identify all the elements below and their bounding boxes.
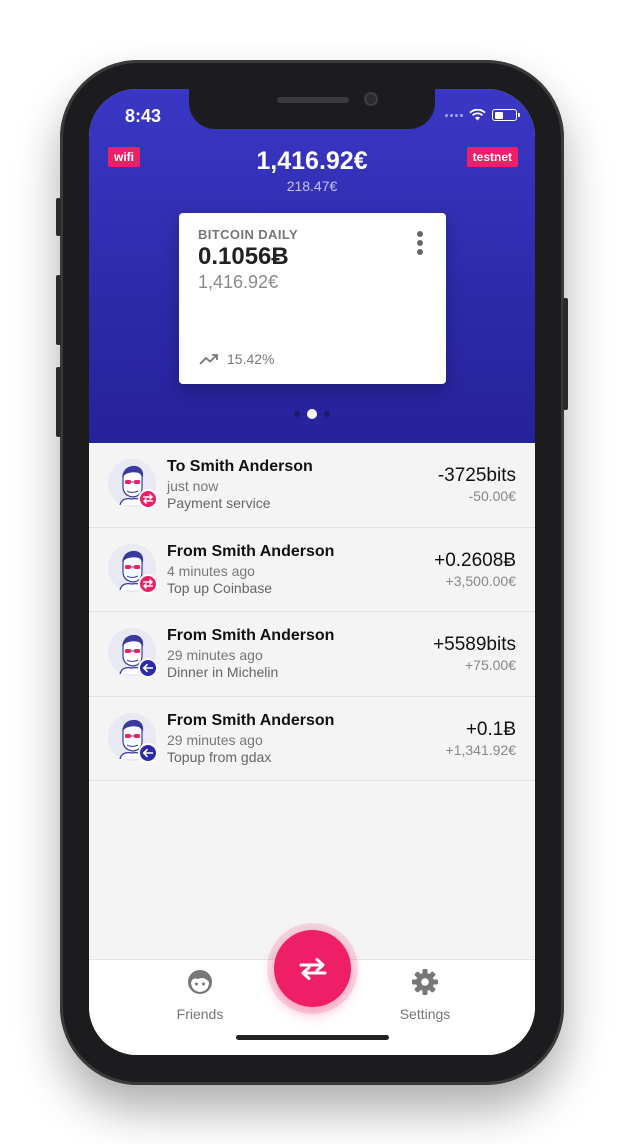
trending-up-icon (199, 354, 218, 365)
exchange-icon (138, 573, 158, 594)
wallet-trend: 15.42% (199, 351, 274, 367)
more-options-icon[interactable] (416, 231, 424, 255)
transaction-row[interactable]: From Smith Anderson 29 minutes ago Topup… (89, 696, 535, 781)
transaction-time: just now (167, 478, 219, 494)
home-indicator[interactable] (236, 1035, 389, 1040)
pager-dot[interactable] (294, 411, 300, 417)
transaction-time: 4 minutes ago (167, 562, 255, 579)
transaction-time: 29 minutes ago (167, 731, 263, 748)
app-screen: 8:43 wifi testnet 1,416.92€ 218.47€ BITC… (89, 89, 535, 1055)
transaction-amount: +0.1Ƀ (465, 718, 516, 740)
battery-icon (492, 109, 520, 121)
send-receive-button[interactable] (274, 930, 351, 1007)
exchange-icon (138, 489, 158, 509)
transaction-party: From Smith Anderson (167, 542, 335, 560)
transaction-fiat: +75.00€ (465, 657, 516, 673)
tab-friends[interactable]: Friends (150, 968, 250, 1022)
transaction-list: To Smith Anderson just now Payment servi… (89, 443, 535, 781)
signal-icon (445, 113, 463, 117)
front-camera (364, 92, 378, 106)
tab-settings-label: Settings (399, 1006, 451, 1022)
transaction-time: 29 minutes ago (167, 647, 263, 663)
secondary-balance: 218.47€ (286, 178, 338, 194)
transaction-fiat: +1,341.92€ (445, 741, 516, 758)
total-balance: 1,416.92€ (256, 147, 368, 175)
transaction-amount: +5589bits (433, 634, 516, 655)
wallet-name: BITCOIN DAILY (198, 227, 299, 242)
transaction-row[interactable]: From Smith Anderson 29 minutes ago Dinne… (89, 612, 535, 697)
wallet-fiat-amount: 1,416.92€ (198, 272, 279, 292)
wallet-card[interactable]: BITCOIN DAILY 0.1056Ƀ 1,416.92€ 15.42% (179, 213, 446, 384)
card-pager[interactable] (89, 409, 535, 419)
transaction-row[interactable]: To Smith Anderson just now Payment servi… (89, 443, 535, 528)
device-notch (189, 89, 435, 129)
arrow-left-icon (138, 742, 158, 763)
transaction-amount: -3725bits (437, 465, 516, 486)
volume-up-button (56, 275, 61, 345)
transaction-description: Dinner in Michelin (167, 664, 279, 680)
trend-percent: 15.42% (227, 351, 275, 367)
wifi-icon (469, 109, 486, 121)
tab-friends-label: Friends (176, 1006, 224, 1022)
status-time: 8:43 (125, 106, 162, 126)
gear-icon (412, 969, 438, 995)
transaction-row[interactable]: From Smith Anderson 4 minutes ago Top up… (89, 527, 535, 612)
transaction-description: Top up Coinbase (167, 579, 273, 596)
transaction-party: From Smith Anderson (167, 627, 335, 644)
status-icons (445, 109, 520, 121)
speaker-grille (277, 97, 349, 103)
transaction-fiat: +3,500.00€ (445, 572, 516, 589)
arrow-left-icon (138, 658, 158, 678)
transaction-fiat: -50.00€ (468, 488, 516, 504)
transaction-party: From Smith Anderson (167, 711, 335, 729)
transaction-description: Topup from gdax (167, 748, 272, 765)
pager-dot[interactable] (324, 411, 330, 417)
mute-switch (56, 198, 61, 236)
wallet-header: 8:43 wifi testnet 1,416.92€ 218.47€ BITC… (89, 89, 535, 443)
power-button (563, 298, 568, 410)
face-icon (188, 970, 212, 994)
volume-down-button (56, 367, 61, 437)
exchange-arrows-icon (299, 957, 326, 980)
wallet-crypto-amount: 0.1056Ƀ (198, 243, 289, 270)
pager-dot-active[interactable] (307, 409, 317, 419)
transaction-party: To Smith Anderson (167, 458, 313, 475)
transaction-amount: +0.2608Ƀ (434, 549, 516, 571)
tab-settings[interactable]: Settings (375, 968, 475, 1022)
transaction-description: Payment service (167, 495, 271, 511)
